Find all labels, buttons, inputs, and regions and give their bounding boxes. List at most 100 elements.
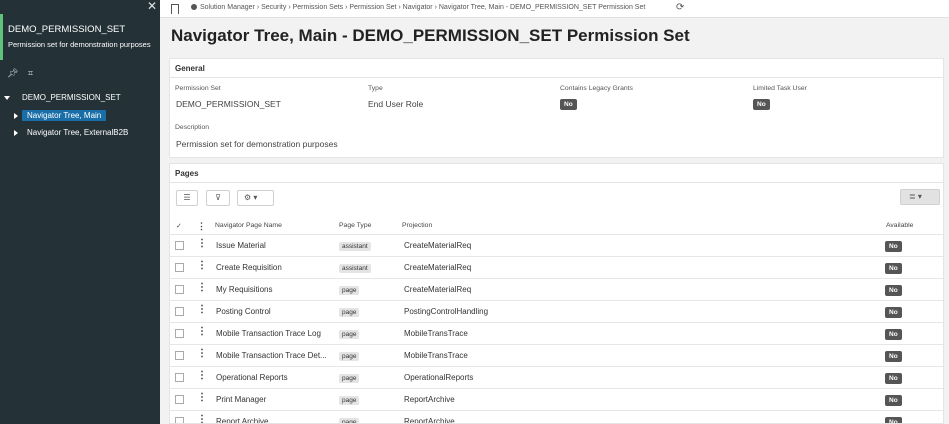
- row-menu-icon[interactable]: ⋮: [197, 327, 207, 337]
- col-page-type[interactable]: Page Type: [339, 222, 371, 229]
- col-projection[interactable]: Projection: [402, 222, 432, 229]
- general-header: General: [175, 64, 205, 73]
- available-badge: No: [885, 329, 902, 340]
- description-value: Permission set for demonstration purpose…: [176, 139, 338, 149]
- close-icon[interactable]: ✕: [147, 0, 157, 12]
- divider: [170, 182, 943, 183]
- row-menu-icon[interactable]: ⋮: [197, 305, 207, 315]
- page-name-cell: Print Manager: [216, 395, 267, 404]
- available-badge: No: [885, 241, 902, 252]
- row-menu-icon[interactable]: ⋮: [197, 283, 207, 293]
- available-badge: No: [885, 373, 902, 384]
- row-checkbox[interactable]: [175, 241, 184, 250]
- page-type-badge: page: [339, 330, 360, 339]
- table-row[interactable]: ⋮ My Requisitions page CreateMaterialReq No: [170, 278, 943, 300]
- sidebar-title: DEMO_PERMISSION_SET: [8, 24, 126, 35]
- filter-button[interactable]: ⊽: [206, 190, 230, 206]
- available-badge: No: [885, 351, 902, 362]
- page-type-badge: page: [339, 396, 360, 405]
- tree-item-externalb2b[interactable]: Navigator Tree, ExternalB2B: [14, 126, 133, 140]
- pin-icon[interactable]: 📌︎: [7, 68, 18, 78]
- page-name-cell: Report Archive: [216, 417, 269, 424]
- projection-cell: MobileTransTrace: [404, 351, 468, 360]
- available-badge: No: [885, 395, 902, 406]
- type-label: Type: [368, 85, 383, 92]
- row-checkbox[interactable]: [175, 329, 184, 338]
- breadcrumb-text[interactable]: Solution Manager › Security › Permission…: [200, 4, 645, 11]
- limited-task-user-label: Limited Task User: [753, 85, 807, 92]
- row-checkbox[interactable]: [175, 373, 184, 382]
- table-row[interactable]: ⋮ Posting Control page PostingControlHandli…: [170, 300, 943, 322]
- row-menu-icon[interactable]: ⋮: [197, 415, 207, 424]
- tree-root[interactable]: DEMO_PERMISSION_SET: [4, 93, 121, 102]
- row-menu-icon[interactable]: ⋮: [197, 393, 207, 403]
- projection-cell: CreateMaterialReq: [404, 285, 472, 294]
- row-menu-icon[interactable]: ⋮: [197, 239, 207, 249]
- table-row[interactable]: ⋮ Create Requisition assistant CreateMateri…: [170, 256, 943, 278]
- caret-right-icon[interactable]: [14, 112, 18, 119]
- top-bar: Solution Manager › Security › Permission…: [160, 0, 949, 18]
- column-menu-icon[interactable]: ⋮: [197, 221, 206, 232]
- tree-item-label: Navigator Tree, ExternalB2B: [27, 128, 129, 137]
- permission-set-label: Permission Set: [175, 85, 221, 92]
- row-checkbox[interactable]: [175, 417, 184, 423]
- grid-icon[interactable]: ⌗: [28, 68, 33, 78]
- page-name-cell: Create Requisition: [216, 263, 282, 272]
- available-badge: No: [885, 307, 902, 318]
- projection-cell: CreateMaterialReq: [404, 263, 472, 272]
- available-badge: No: [885, 417, 902, 423]
- details-list-button[interactable]: ☰: [176, 190, 198, 206]
- tree-item-label: Navigator Tree, Main: [22, 110, 107, 121]
- table-row[interactable]: ⋮ Issue Material assistant CreateMaterialRe…: [170, 234, 943, 256]
- tree-item-main[interactable]: Navigator Tree, Main: [14, 109, 107, 123]
- page-name-cell: Posting Control: [216, 307, 271, 316]
- breadcrumb[interactable]: Solution Manager › Security › Permission…: [191, 4, 645, 11]
- table-row[interactable]: ⋮ Report Archive page ReportArchive No: [170, 410, 943, 424]
- projection-cell: ReportArchive: [404, 417, 455, 424]
- page-type-badge: page: [339, 418, 360, 423]
- col-page-name[interactable]: Navigator Page Name: [215, 222, 282, 229]
- page-name-cell: Issue Material: [216, 241, 266, 250]
- legacy-grants-badge: No: [560, 99, 577, 110]
- table-row[interactable]: ⋮ Print Manager page ReportArchive No: [170, 388, 943, 410]
- row-menu-icon[interactable]: ⋮: [197, 349, 207, 359]
- caret-right-icon[interactable]: [14, 129, 18, 136]
- refresh-icon[interactable]: ⟳: [676, 2, 684, 13]
- page-name-cell: Operational Reports: [216, 373, 288, 382]
- home-icon[interactable]: [191, 4, 197, 11]
- sidebar-subtitle: Permission set for demonstration purpose…: [8, 40, 151, 49]
- projection-cell: CreateMaterialReq: [404, 241, 472, 250]
- projection-cell: ReportArchive: [404, 395, 455, 404]
- permission-set-value: DEMO_PERMISSION_SET: [176, 99, 281, 109]
- row-checkbox[interactable]: [175, 285, 184, 294]
- page-title: Navigator Tree, Main - DEMO_PERMISSION_S…: [171, 26, 690, 45]
- projection-cell: OperationalReports: [404, 373, 474, 382]
- legacy-grants-label: Contains Legacy Grants: [560, 85, 633, 92]
- group-menu-button[interactable]: ⚙︎ ▾: [237, 190, 274, 206]
- limited-task-user-badge: No: [753, 99, 770, 110]
- type-value: End User Role: [368, 99, 424, 109]
- select-all-check[interactable]: ✓: [176, 222, 182, 230]
- sidebar-tools: 📌︎ ⌗: [7, 68, 40, 79]
- sidebar: ✕ DEMO_PERMISSION_SET Permission set for…: [0, 0, 160, 424]
- row-checkbox[interactable]: [175, 307, 184, 316]
- tree-root-label: DEMO_PERMISSION_SET: [22, 93, 121, 102]
- divider: [170, 77, 943, 78]
- table-row[interactable]: ⋮ Mobile Transaction Trace Log page MobileT…: [170, 322, 943, 344]
- table-row[interactable]: ⋮ Operational Reports page OperationalRepor…: [170, 366, 943, 388]
- row-checkbox[interactable]: [175, 351, 184, 360]
- caret-down-icon[interactable]: [4, 95, 10, 100]
- row-menu-icon[interactable]: ⋮: [197, 371, 207, 381]
- col-available[interactable]: Available: [886, 222, 913, 229]
- page-name-cell: My Requisitions: [216, 285, 273, 294]
- available-badge: No: [885, 263, 902, 274]
- row-menu-icon[interactable]: ⋮: [197, 261, 207, 271]
- page-type-badge: assistant: [339, 264, 371, 273]
- list-view-button[interactable]: ≣ ▾: [900, 189, 940, 205]
- row-checkbox[interactable]: [175, 395, 184, 404]
- row-checkbox[interactable]: [175, 263, 184, 272]
- bookmark-icon[interactable]: [171, 4, 179, 14]
- table-row[interactable]: ⋮ Mobile Transaction Trace Det... page Mobi…: [170, 344, 943, 366]
- pages-header: Pages: [175, 169, 199, 178]
- pages-panel: Pages ☰ ⊽ ⚙︎ ▾ ≣ ▾ ✓ ⋮ Navigator Page Na…: [169, 163, 944, 424]
